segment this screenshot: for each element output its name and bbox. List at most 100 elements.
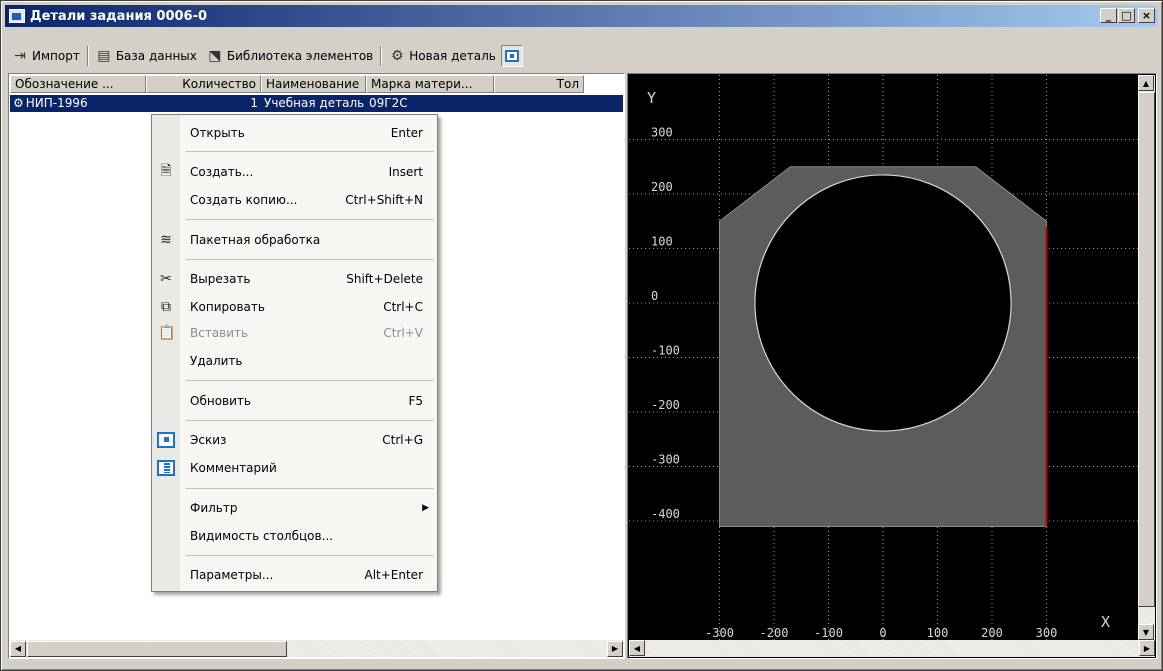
menu-item-delete[interactable]: Удалить <box>152 349 437 373</box>
database-button[interactable]: ▤ База данных <box>91 44 202 68</box>
menu-item-shortcut: Ctrl+C <box>383 300 423 314</box>
menu-item-shortcut: Alt+Enter <box>364 568 423 582</box>
menu-item-create-copy[interactable]: Создать копию... Ctrl+Shift+N <box>152 188 437 212</box>
menu-item-columns[interactable]: Видимость столбцов... <box>152 524 437 548</box>
scroll-left-icon[interactable]: ◀ <box>629 640 645 656</box>
import-icon: ⇥ <box>14 48 26 64</box>
menu-item-label: Вставить <box>190 326 249 340</box>
menu-item-shortcut: Insert <box>388 165 423 179</box>
paste-icon: 📋 <box>158 325 176 341</box>
menu-separator <box>186 420 434 421</box>
library-label: Библиотека элементов <box>226 49 374 63</box>
menu-item-sketch[interactable]: Эскиз Ctrl+G <box>152 428 437 452</box>
sketch-canvas[interactable]: 300 200 100 0 -100 -200 -300 -400 -300 -200 -100 0 1… <box>629 75 1139 641</box>
menu-separator <box>186 555 434 556</box>
menu-separator <box>186 380 434 381</box>
x-tick-label: 100 <box>927 626 949 640</box>
menu-item-label: Эскиз <box>190 433 227 447</box>
scroll-thumb[interactable] <box>1138 92 1155 607</box>
menu-item-comment[interactable]: Комментарий <box>152 456 437 480</box>
window-controls: _ □ × <box>1099 8 1155 23</box>
row-thickness <box>494 95 584 112</box>
copy-icon: ⧉ <box>161 299 171 315</box>
x-tick-label: 0 <box>879 626 886 640</box>
row-quantity: 1 <box>250 96 258 110</box>
new-document-icon: 🗎 <box>160 163 172 179</box>
y-tick-label: 300 <box>651 126 673 140</box>
y-tick-label: 100 <box>651 235 673 249</box>
column-designation[interactable]: Обозначение ... <box>10 75 146 93</box>
menu-item-label: Открыть <box>190 126 245 140</box>
column-material[interactable]: Марка матери... <box>366 75 494 93</box>
sketch-viewport[interactable]: 300 200 100 0 -100 -200 -300 -400 -300 -200 -100 0 1… <box>627 73 1157 659</box>
x-axis-label: X <box>1101 613 1110 631</box>
menu-item-label: Создать копию... <box>190 193 298 207</box>
column-name[interactable]: Наименование <box>261 75 366 93</box>
toolbar-separator <box>86 46 89 66</box>
batch-layers-icon: ≋ <box>160 232 172 248</box>
menu-item-filter[interactable]: Фильтр ▶ <box>152 496 437 520</box>
window-title: Детали задания 0006-0 <box>30 8 208 24</box>
menu-item-parameters[interactable]: Параметры... Alt+Enter <box>152 563 437 587</box>
title-bar[interactable]: Детали задания 0006-0 _ □ × <box>5 5 1158 27</box>
maximize-button[interactable]: □ <box>1118 8 1135 23</box>
import-button[interactable]: ⇥ Импорт <box>7 44 85 68</box>
y-axis-label: Y <box>647 89 656 107</box>
canvas-horizontal-scrollbar[interactable]: ◀ ▶ <box>629 640 1155 657</box>
menu-item-open[interactable]: Открыть Enter <box>152 121 437 145</box>
menu-item-shortcut: Ctrl+Shift+N <box>345 193 423 207</box>
menu-item-shortcut: Ctrl+G <box>382 433 423 447</box>
hole-circle <box>754 174 1012 432</box>
x-tick-label: -200 <box>760 626 789 640</box>
app-icon <box>9 9 25 23</box>
close-button[interactable]: × <box>1138 8 1155 23</box>
toolbar-separator <box>380 46 383 66</box>
menu-item-cut[interactable]: ✂ Вырезать Shift+Delete <box>152 267 437 291</box>
sketch-icon <box>157 432 175 448</box>
minimize-button[interactable]: _ <box>1100 8 1117 23</box>
menu-item-refresh[interactable]: Обновить F5 <box>152 389 437 413</box>
menu-item-label: Создать... <box>190 165 254 179</box>
scissors-icon: ✂ <box>160 271 172 287</box>
column-quantity[interactable]: Количество <box>146 75 261 93</box>
new-part-button[interactable]: ⚙ Новая деталь <box>384 44 501 68</box>
row-designation: НИП-1996 <box>25 96 88 110</box>
scroll-left-icon[interactable]: ◀ <box>10 640 26 657</box>
menu-item-label: Фильтр <box>190 501 238 515</box>
scroll-thumb[interactable] <box>27 640 287 657</box>
scroll-right-icon[interactable]: ▶ <box>1139 640 1155 656</box>
column-thickness[interactable]: Тол <box>494 75 584 93</box>
sketch-toggle-button[interactable] <box>500 45 523 67</box>
comment-icon <box>157 460 175 476</box>
database-label: База данных <box>115 49 197 63</box>
menu-item-batch[interactable]: ≋ Пакетная обработка <box>152 228 437 252</box>
library-button[interactable]: ⬔ Библиотека элементов <box>202 44 378 68</box>
scroll-up-icon[interactable]: ▲ <box>1138 75 1154 91</box>
y-tick-label: -200 <box>651 398 680 412</box>
menu-item-label: Параметры... <box>190 568 274 582</box>
submenu-arrow-icon: ▶ <box>422 503 429 513</box>
new-part-label: Новая деталь <box>409 49 496 63</box>
menu-item-label: Копировать <box>190 300 265 314</box>
list-header: Обозначение ... Количество Наименование … <box>10 75 584 93</box>
row-name: Учебная деталь <box>264 96 365 110</box>
window: Детали задания 0006-0 _ □ × ⇥ Импорт ▤ Б… <box>0 0 1163 671</box>
x-tick-label: -100 <box>814 626 843 640</box>
scroll-down-icon[interactable]: ▼ <box>1138 624 1154 640</box>
menu-item-shortcut: F5 <box>408 394 423 408</box>
menu-item-label: Комментарий <box>190 461 277 475</box>
x-tick-label: -300 <box>705 626 734 640</box>
table-row[interactable]: ⚙ НИП-1996 1 Учебная деталь 09Г2С <box>10 95 623 112</box>
database-icon: ▤ <box>97 48 111 64</box>
menu-item-label: Обновить <box>190 394 251 408</box>
menu-separator <box>186 259 434 260</box>
menu-item-shortcut: Enter <box>390 126 423 140</box>
menu-item-create[interactable]: 🗎 Создать... Insert <box>152 160 437 184</box>
list-horizontal-scrollbar[interactable]: ◀ ▶ <box>10 640 623 657</box>
menu-item-copy[interactable]: ⧉ Копировать Ctrl+C <box>152 295 437 319</box>
canvas-vertical-scrollbar[interactable]: ▲ ▼ <box>1138 75 1155 640</box>
row-material: 09Г2С <box>369 96 408 110</box>
scroll-right-icon[interactable]: ▶ <box>607 640 623 657</box>
row-designation-cell: ⚙ НИП-1996 <box>10 95 146 112</box>
menu-item-label: Удалить <box>190 354 243 368</box>
